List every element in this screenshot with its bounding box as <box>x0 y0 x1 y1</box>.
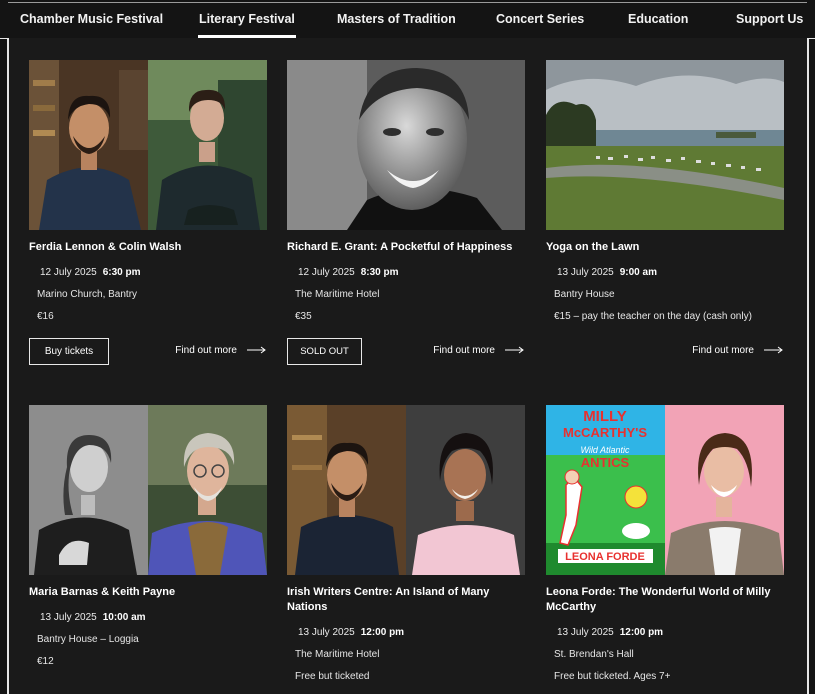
book-cover-title-line-2: McCARTHY'S <box>563 425 647 440</box>
event-venue: The Maritime Hotel <box>295 649 380 660</box>
event-image[interactable] <box>287 60 525 230</box>
event-title[interactable]: Ferdia Lennon & Colin Walsh <box>29 240 267 255</box>
find-out-more-link[interactable]: Find out more <box>692 345 784 356</box>
author-portrait <box>148 60 267 230</box>
nav-item-masters-of-tradition[interactable]: Masters of Tradition <box>337 12 456 26</box>
event-card: MILLY McCARTHY'S Wild Atlantic ANTICS LE… <box>546 405 784 682</box>
event-card: Ferdia Lennon & Colin Walsh 12 July 2025… <box>29 60 267 365</box>
event-title[interactable]: Yoga on the Lawn <box>546 240 784 255</box>
event-price: Free but ticketed. Ages 7+ <box>554 671 671 682</box>
event-datetime: 12 July 2025 8:30 pm <box>287 267 525 278</box>
event-price: €15 – pay the teacher on the day (cash o… <box>554 311 752 322</box>
author-portrait <box>287 405 406 575</box>
author-portrait <box>665 405 784 575</box>
event-image[interactable] <box>546 60 784 230</box>
event-date: 12 July 2025 <box>40 267 97 278</box>
author-portrait <box>29 60 148 230</box>
event-image[interactable] <box>29 405 267 575</box>
event-datetime: 12 July 2025 6:30 pm <box>29 267 267 278</box>
find-out-more-label: Find out more <box>175 345 237 356</box>
arrow-right-icon <box>764 346 783 354</box>
event-time: 12:00 pm <box>360 627 405 638</box>
find-out-more-link[interactable]: Find out more <box>433 345 525 356</box>
nav-item-concert-series[interactable]: Concert Series <box>496 12 584 26</box>
event-venue: The Maritime Hotel <box>295 289 380 300</box>
event-datetime: 13 July 2025 9:00 am <box>546 267 784 278</box>
event-actions: Find out more <box>546 338 784 365</box>
event-time: 12:00 pm <box>619 627 664 638</box>
book-cover-title-line-1: MILLY <box>583 408 627 425</box>
event-image[interactable] <box>29 60 267 230</box>
event-date: 13 July 2025 <box>40 612 97 623</box>
book-cover-title-line-4: ANTICS <box>581 455 630 470</box>
event-title[interactable]: Maria Barnas & Keith Payne <box>29 585 267 600</box>
event-datetime: 13 July 2025 10:00 am <box>29 612 267 623</box>
lawn-photo <box>546 60 784 230</box>
event-time: 6:30 pm <box>102 267 141 278</box>
book-cover-title-line-3: Wild Atlantic <box>580 445 630 455</box>
author-portrait <box>148 405 267 575</box>
nav-item-education[interactable]: Education <box>628 12 688 26</box>
event-title[interactable]: Leona Forde: The Wonderful World of Mill… <box>546 585 784 615</box>
event-card: Irish Writers Centre: An Island of Many … <box>287 405 525 682</box>
event-date: 12 July 2025 <box>298 267 355 278</box>
arrow-right-icon <box>505 346 524 354</box>
event-price: €16 <box>37 311 54 322</box>
event-price: Free but ticketed <box>295 671 370 682</box>
event-card: Maria Barnas & Keith Payne 13 July 2025 1… <box>29 405 267 667</box>
buy-tickets-button[interactable]: Buy tickets <box>29 338 109 365</box>
event-date: 13 July 2025 <box>557 627 614 638</box>
arrow-right-icon <box>247 346 266 354</box>
author-portrait <box>287 60 525 230</box>
event-venue: Bantry House <box>554 289 615 300</box>
nav-top-rule <box>8 2 807 3</box>
find-out-more-label: Find out more <box>692 345 754 356</box>
event-datetime: 13 July 2025 12:00 pm <box>287 627 525 638</box>
event-venue: Marino Church, Bantry <box>37 289 138 300</box>
event-venue: St. Brendan's Hall <box>554 649 634 660</box>
event-time: 9:00 am <box>619 267 657 278</box>
event-price: €35 <box>295 311 312 322</box>
event-title[interactable]: Richard E. Grant: A Pocketful of Happine… <box>287 240 525 255</box>
event-datetime: 13 July 2025 12:00 pm <box>546 627 784 638</box>
find-out-more-label: Find out more <box>433 345 495 356</box>
event-card: Richard E. Grant: A Pocketful of Happine… <box>287 60 525 365</box>
event-image[interactable]: MILLY McCARTHY'S Wild Atlantic ANTICS LE… <box>546 405 784 575</box>
event-title[interactable]: Irish Writers Centre: An Island of Many … <box>287 585 525 615</box>
event-image[interactable] <box>287 405 525 575</box>
author-portrait <box>29 405 148 575</box>
nav-item-support-us[interactable]: Support Us <box>736 12 803 26</box>
nav-item-chamber-music-festival[interactable]: Chamber Music Festival <box>20 12 163 26</box>
event-time: 10:00 am <box>102 612 146 623</box>
event-time: 8:30 pm <box>360 267 399 278</box>
find-out-more-link[interactable]: Find out more <box>175 345 267 356</box>
event-venue: Bantry House – Loggia <box>37 634 139 645</box>
book-cover: MILLY McCARTHY'S Wild Atlantic ANTICS LE… <box>546 405 665 575</box>
event-date: 13 July 2025 <box>557 267 614 278</box>
sold-out-button[interactable]: SOLD OUT <box>287 338 362 365</box>
event-actions: SOLD OUT Find out more <box>287 338 525 365</box>
event-actions: Buy tickets Find out more <box>29 338 267 365</box>
event-price: €12 <box>37 656 54 667</box>
book-cover-author: LEONA FORDE <box>565 551 645 563</box>
event-card: Yoga on the Lawn 13 July 2025 9:00 am Ban… <box>546 60 784 365</box>
author-portrait <box>406 405 525 575</box>
nav-item-literary-festival[interactable]: Literary Festival <box>198 12 296 38</box>
event-date: 13 July 2025 <box>298 627 355 638</box>
top-navigation: Chamber Music Festival Literary Festival… <box>0 0 815 39</box>
